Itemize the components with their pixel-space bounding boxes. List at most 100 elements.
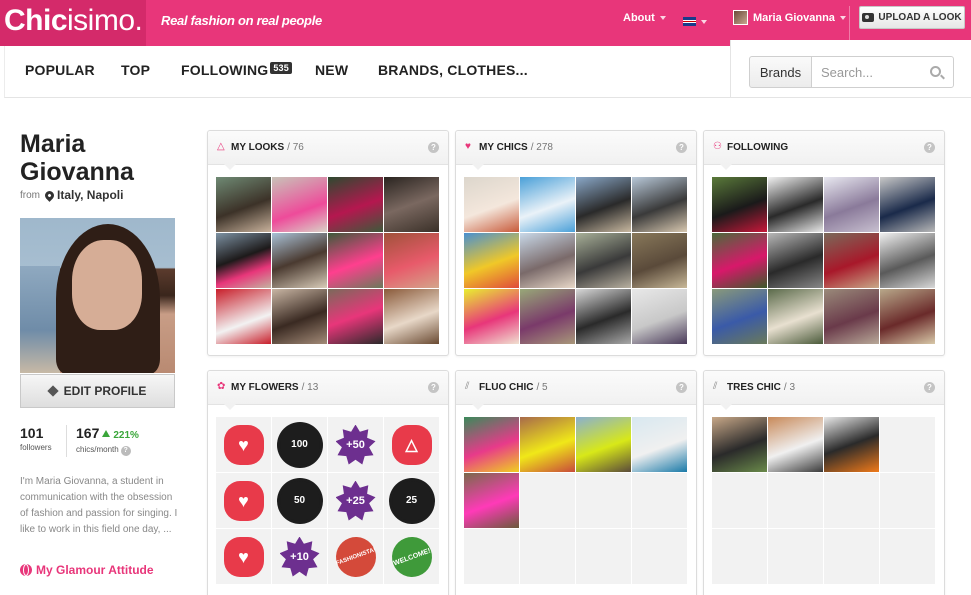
search-scope-button[interactable]: Brands bbox=[749, 56, 812, 88]
panel-title[interactable]: MY LOOKS/ 76 bbox=[231, 142, 304, 153]
collection-thumbnail[interactable] bbox=[768, 417, 823, 472]
chevron-down-icon bbox=[659, 16, 666, 21]
look-thumbnail[interactable] bbox=[216, 289, 271, 344]
arrow-up-icon bbox=[102, 430, 111, 437]
following-thumbnail[interactable] bbox=[712, 233, 767, 288]
flower-badge[interactable]: 50 bbox=[272, 473, 327, 528]
look-thumbnail[interactable] bbox=[272, 233, 327, 288]
location-pin-icon bbox=[43, 188, 56, 202]
chic-thumbnail[interactable] bbox=[576, 233, 631, 288]
following-thumbnail[interactable] bbox=[824, 289, 879, 344]
nav-new[interactable]: NEW bbox=[315, 62, 348, 78]
panel-title[interactable]: FOLLOWING bbox=[727, 142, 791, 153]
flower-badge[interactable]: +10 bbox=[272, 529, 327, 584]
collection-thumbnail[interactable] bbox=[576, 417, 631, 472]
chic-thumbnail[interactable] bbox=[464, 233, 519, 288]
look-thumbnail[interactable] bbox=[328, 289, 383, 344]
collection-thumbnail[interactable] bbox=[520, 417, 575, 472]
look-thumbnail[interactable] bbox=[384, 289, 439, 344]
flower-badge[interactable]: 25 bbox=[384, 473, 439, 528]
help-icon[interactable]: ? bbox=[924, 142, 935, 153]
collection-thumbnail[interactable] bbox=[632, 417, 687, 472]
look-thumbnail[interactable] bbox=[216, 177, 271, 232]
chic-thumbnail[interactable] bbox=[464, 289, 519, 344]
following-thumbnail[interactable] bbox=[768, 233, 823, 288]
flower-badge[interactable]: FASHIONISTA! bbox=[328, 529, 383, 584]
users-icon: ⚇ bbox=[713, 141, 722, 152]
collection-thumbnail[interactable] bbox=[464, 473, 519, 528]
help-icon[interactable]: ? bbox=[676, 382, 687, 393]
empty-slot bbox=[768, 529, 823, 584]
profile-stats: 101 followers 167 221% chics/month? bbox=[20, 425, 180, 457]
edit-profile-button[interactable]: EDIT PROFILE bbox=[20, 374, 175, 408]
looks-grid bbox=[216, 177, 440, 344]
flower-badge[interactable]: ♥ bbox=[216, 473, 271, 528]
nav-brands-clothes[interactable]: BRANDS, CLOTHES... bbox=[378, 62, 528, 78]
hanger-icon: △ bbox=[405, 436, 418, 454]
nav-top[interactable]: TOP bbox=[121, 62, 150, 78]
help-icon[interactable]: ? bbox=[428, 142, 439, 153]
chic-thumbnail[interactable] bbox=[520, 233, 575, 288]
empty-slot bbox=[880, 529, 935, 584]
flower-badge[interactable]: +50 bbox=[328, 417, 383, 472]
logo-area[interactable]: Chicisimo. bbox=[0, 0, 146, 46]
chic-thumbnail[interactable] bbox=[632, 177, 687, 232]
flower-badge[interactable]: ♥ bbox=[216, 529, 271, 584]
search-icon[interactable] bbox=[930, 66, 941, 77]
followers-stat[interactable]: 101 followers bbox=[20, 425, 52, 452]
chic-thumbnail[interactable] bbox=[632, 289, 687, 344]
fluo-chic-panel: ⫽ FLUO CHIC/ 5 ? bbox=[455, 370, 697, 595]
chic-thumbnail[interactable] bbox=[576, 289, 631, 344]
look-thumbnail[interactable] bbox=[216, 233, 271, 288]
collection-thumbnail[interactable] bbox=[824, 417, 879, 472]
chic-thumbnail[interactable] bbox=[520, 289, 575, 344]
flower-badge[interactable]: △ bbox=[384, 417, 439, 472]
panel-title[interactable]: MY CHICS/ 278 bbox=[479, 142, 553, 153]
flower-badge[interactable]: +25 bbox=[328, 473, 383, 528]
nav-popular[interactable]: POPULAR bbox=[25, 62, 95, 78]
look-thumbnail[interactable] bbox=[384, 177, 439, 232]
chic-thumbnail[interactable] bbox=[632, 233, 687, 288]
upload-look-button[interactable]: UPLOAD A LOOK bbox=[859, 6, 965, 29]
chic-thumbnail[interactable] bbox=[520, 177, 575, 232]
glamour-link[interactable]: My Glamour Attitude bbox=[20, 563, 154, 577]
profile-city[interactable]: Italy, Napoli bbox=[57, 188, 123, 202]
about-menu[interactable]: About bbox=[623, 12, 666, 24]
help-icon[interactable]: ? bbox=[428, 382, 439, 393]
following-thumbnail[interactable] bbox=[880, 233, 935, 288]
fluo-grid bbox=[464, 417, 688, 584]
chicisimo-logo[interactable]: Chicisimo. bbox=[4, 4, 143, 38]
collection-thumbnail[interactable] bbox=[464, 417, 519, 472]
following-thumbnail[interactable] bbox=[824, 177, 879, 232]
following-thumbnail[interactable] bbox=[880, 289, 935, 344]
following-panel: ⚇ FOLLOWING ? bbox=[703, 130, 945, 356]
flower-badge[interactable]: ♥ bbox=[216, 417, 271, 472]
collection-thumbnail[interactable] bbox=[712, 417, 767, 472]
chic-thumbnail[interactable] bbox=[576, 177, 631, 232]
following-thumbnail[interactable] bbox=[768, 177, 823, 232]
look-thumbnail[interactable] bbox=[384, 233, 439, 288]
help-icon[interactable]: ? bbox=[120, 446, 131, 456]
following-thumbnail[interactable] bbox=[768, 289, 823, 344]
look-thumbnail[interactable] bbox=[272, 289, 327, 344]
language-menu[interactable] bbox=[683, 13, 707, 31]
following-thumbnail[interactable] bbox=[712, 177, 767, 232]
flower-badge[interactable]: WELCOME! bbox=[384, 529, 439, 584]
chic-thumbnail[interactable] bbox=[464, 177, 519, 232]
look-thumbnail[interactable] bbox=[272, 177, 327, 232]
nav-following[interactable]: FOLLOWING 535 bbox=[181, 62, 292, 78]
help-icon[interactable]: ? bbox=[924, 382, 935, 393]
panel-title[interactable]: MY FLOWERS/ 13 bbox=[231, 382, 318, 393]
following-thumbnail[interactable] bbox=[824, 233, 879, 288]
help-icon[interactable]: ? bbox=[676, 142, 687, 153]
flower-badge[interactable]: 100 bbox=[272, 417, 327, 472]
empty-slot bbox=[632, 473, 687, 528]
look-thumbnail[interactable] bbox=[328, 177, 383, 232]
panel-title[interactable]: TRES CHIC/ 3 bbox=[727, 382, 795, 393]
following-thumbnail[interactable] bbox=[712, 289, 767, 344]
panel-title[interactable]: FLUO CHIC/ 5 bbox=[479, 382, 548, 393]
pencil-icon bbox=[46, 385, 59, 397]
following-thumbnail[interactable] bbox=[880, 177, 935, 232]
user-menu[interactable]: Maria Giovanna bbox=[733, 10, 846, 25]
look-thumbnail[interactable] bbox=[328, 233, 383, 288]
